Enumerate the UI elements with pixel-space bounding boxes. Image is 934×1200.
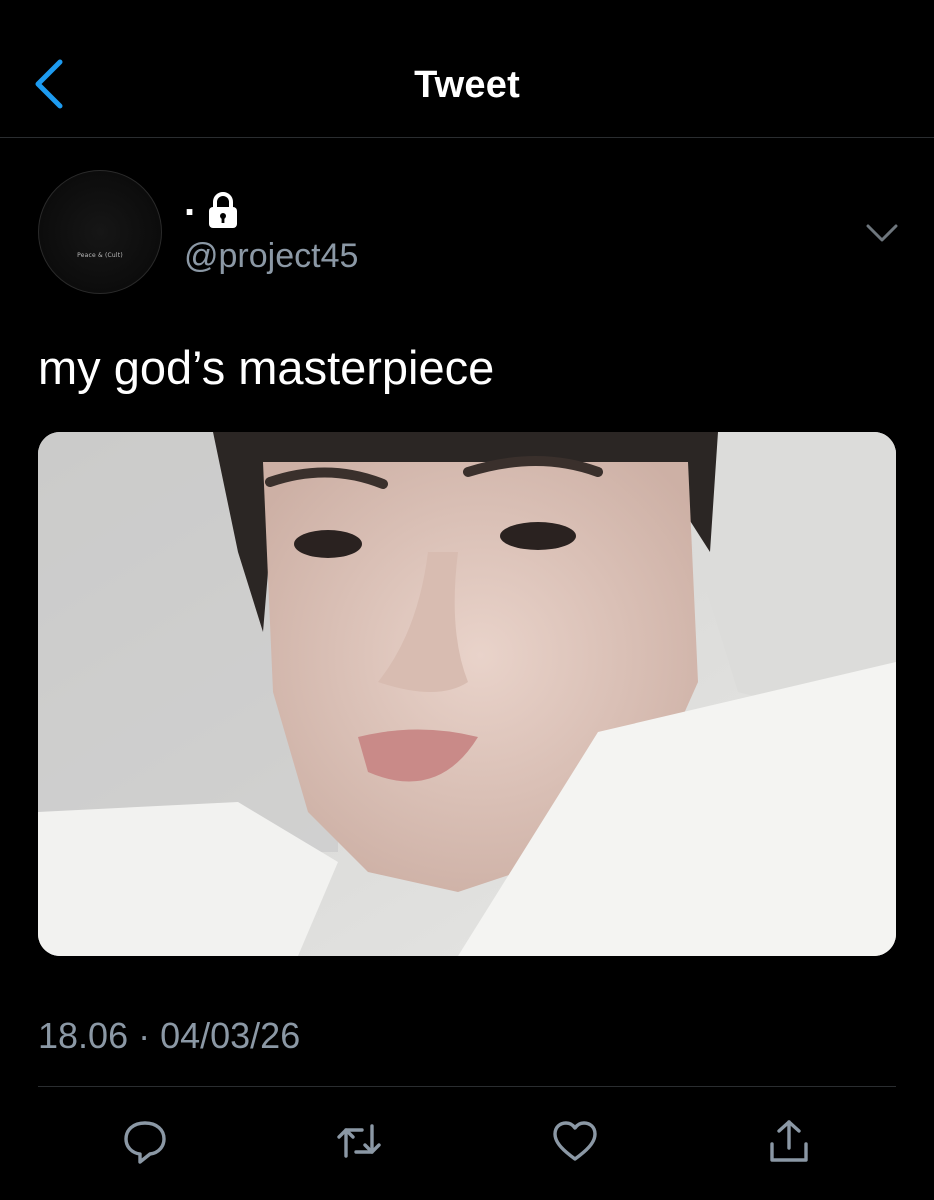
retweet-button[interactable] [334,1116,384,1166]
divider [38,1086,896,1087]
retweet-icon [337,1124,381,1158]
like-button[interactable] [550,1116,600,1166]
photo-placeholder [38,432,896,956]
tweet-text: my god’s masterpiece [38,341,495,394]
lock-icon [209,192,237,228]
reply-icon [124,1121,166,1164]
share-icon [770,1120,808,1162]
user-handle[interactable]: @project45 [184,234,358,278]
tweet-timestamp: 18.06 · 04/03/26 [38,1015,301,1056]
top-nav-bar: Tweet [0,0,934,138]
chevron-down-icon [866,224,898,242]
heart-icon [553,1121,597,1161]
tweet-photo[interactable] [38,432,896,956]
display-name[interactable]: . [184,180,195,224]
reply-button[interactable] [120,1116,170,1166]
avatar-text: Peace & (Cult) [77,252,123,259]
avatar[interactable]: Peace & (Cult) [38,170,162,294]
share-button[interactable] [764,1116,814,1166]
more-options-button[interactable] [864,218,900,246]
page-title: Tweet [414,64,520,106]
